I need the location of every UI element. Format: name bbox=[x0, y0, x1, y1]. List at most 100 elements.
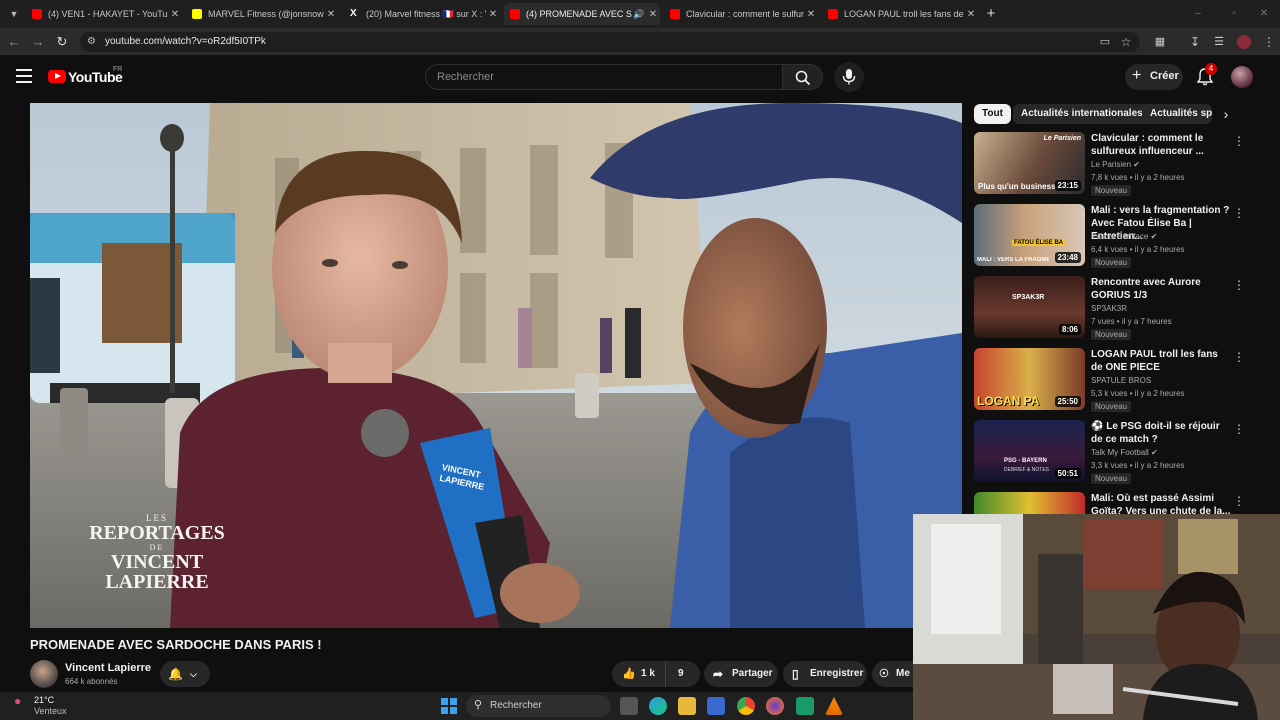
chip-actualites-internationales[interactable]: Actualités internationales bbox=[1013, 104, 1151, 124]
windows-start-icon[interactable] bbox=[441, 698, 457, 714]
tab-list-dropdown-icon[interactable]: ▼ bbox=[6, 6, 22, 22]
install-app-icon[interactable]: ▭ bbox=[1096, 33, 1114, 51]
profile-avatar[interactable] bbox=[1237, 35, 1251, 49]
tab-label: (4) PROMENADE AVEC SAR... bbox=[526, 9, 632, 19]
bookmark-star-icon[interactable]: ☆ bbox=[1117, 33, 1135, 51]
recommendation-thumbnail[interactable] bbox=[974, 492, 1085, 516]
media-controls-icon[interactable]: ☰ bbox=[1210, 33, 1228, 51]
channel-name[interactable]: Vincent Lapierre bbox=[65, 662, 151, 674]
recommendation-3[interactable]: SP3AK3R 8:06 Rencontre avec Aurore GORIU… bbox=[974, 276, 1264, 342]
taskbar-search[interactable]: ⚲ Rechercher bbox=[466, 695, 611, 717]
new-badge: Nouveau bbox=[1091, 185, 1132, 196]
recommendation-thumbnail[interactable]: FATOU ÉLISE BA MALI : VERS LA FRAGMENTAT… bbox=[974, 204, 1085, 266]
like-dislike-group: 👍 1 k 9 bbox=[612, 661, 700, 687]
channel-avatar[interactable] bbox=[30, 660, 58, 688]
task-view-icon[interactable] bbox=[620, 697, 638, 715]
new-tab-icon[interactable]: + bbox=[982, 5, 1000, 23]
file-explorer-icon[interactable] bbox=[678, 697, 696, 715]
recommendation-title[interactable]: Clavicular : comment le sulfureux influe… bbox=[1091, 132, 1231, 158]
recommendation-title[interactable]: ⚽ Le PSG doit-il se réjouir de ce match … bbox=[1091, 420, 1231, 446]
video-player[interactable]: LES REPORTAGES DE VINCENT LAPIERRE VINCE… bbox=[30, 103, 962, 628]
weather-widget[interactable]: ● 21°C Venteux bbox=[14, 694, 74, 718]
close-tab-icon[interactable]: ✕ bbox=[804, 9, 818, 20]
close-tab-icon[interactable]: ✕ bbox=[486, 9, 500, 20]
recommendation-thumbnail[interactable]: PSG - BAYERN DEBRIEF & NOTES 50:51 bbox=[974, 420, 1085, 482]
firefox-icon[interactable] bbox=[766, 697, 784, 715]
site-info-icon[interactable]: ⚙ bbox=[87, 36, 96, 47]
new-badge: Nouveau bbox=[1091, 473, 1132, 484]
recommendation-channel[interactable]: SPATULE BROS bbox=[1091, 376, 1151, 385]
share-button[interactable]: ➦ Partager bbox=[704, 661, 778, 687]
notifications-button[interactable]: 4 bbox=[1196, 63, 1218, 88]
chrome-icon[interactable] bbox=[737, 697, 755, 715]
close-tab-icon[interactable]: ✕ bbox=[964, 9, 978, 20]
minimize-icon[interactable]: – bbox=[1192, 8, 1204, 20]
chip-tout[interactable]: Tout bbox=[974, 104, 1011, 124]
youtube-logo[interactable]: YouTube FR bbox=[48, 66, 128, 88]
recommendation-title[interactable]: LOGAN PAUL troll les fans de ONE PIECE bbox=[1091, 348, 1231, 374]
voice-search-button[interactable] bbox=[834, 62, 864, 92]
store-icon[interactable] bbox=[707, 697, 725, 715]
recommendation-5[interactable]: PSG - BAYERN DEBRIEF & NOTES 50:51 ⚽ Le … bbox=[974, 420, 1264, 486]
more-options-icon[interactable]: ⋮ bbox=[1233, 494, 1245, 508]
country-code: FR bbox=[113, 66, 123, 73]
recommendation-title[interactable]: Mali: Où est passé Assimi Goïta? Vers un… bbox=[1091, 492, 1231, 516]
recommendation-meta: 7 vues • il y a 7 heures bbox=[1091, 317, 1172, 326]
app-icon[interactable] bbox=[796, 697, 814, 715]
more-options-icon[interactable]: ⋮ bbox=[1233, 350, 1245, 364]
edge-icon[interactable] bbox=[649, 697, 667, 715]
recommendation-title[interactable]: Rencontre avec Aurore GORIUS 1/3 bbox=[1091, 276, 1231, 302]
more-options-icon[interactable]: ⋮ bbox=[1233, 206, 1245, 220]
back-icon[interactable]: ← bbox=[5, 33, 23, 51]
url-bar[interactable]: ⚙ youtube.com/watch?v=oR2df5I0TPk bbox=[80, 32, 1140, 52]
duration-badge: 25:50 bbox=[1054, 396, 1081, 407]
maximize-icon[interactable]: ▫ bbox=[1228, 8, 1240, 20]
recommendation-channel[interactable]: Talk My Football ✔ bbox=[1091, 448, 1158, 457]
taskbar-search-label: Rechercher bbox=[490, 700, 542, 711]
download-icon[interactable]: ↧ bbox=[1186, 33, 1204, 51]
recommendation-thumbnail[interactable]: Le Parisien Plus qu'un business 23:15 bbox=[974, 132, 1085, 194]
recommendation-1[interactable]: Le Parisien Plus qu'un business 23:15 Cl… bbox=[974, 132, 1264, 198]
more-options-icon[interactable]: ⋮ bbox=[1233, 134, 1245, 148]
browser-tab-6[interactable]: LOGAN PAUL troll les fans de O... ✕ bbox=[822, 3, 978, 25]
recommendation-thumbnail[interactable]: LOGAN PA 25:50 bbox=[974, 348, 1085, 410]
recommendation-2[interactable]: FATOU ÉLISE BA MALI : VERS LA FRAGMENTAT… bbox=[974, 204, 1264, 270]
recommendation-thumbnail[interactable]: SP3AK3R 8:06 bbox=[974, 276, 1085, 338]
browser-tab-2[interactable]: MARVEL Fitness (@jonsnow78) ... ✕ bbox=[186, 3, 338, 25]
chevron-right-icon[interactable]: › bbox=[1218, 106, 1234, 122]
more-options-icon[interactable]: ⋮ bbox=[1233, 278, 1245, 292]
close-tab-icon[interactable]: ✕ bbox=[168, 9, 182, 20]
account-avatar[interactable] bbox=[1231, 66, 1253, 88]
more-options-icon[interactable]: ⋮ bbox=[1233, 422, 1245, 436]
browser-tab-5[interactable]: Clavicular : comment le sulfureu... ✕ bbox=[664, 3, 818, 25]
recommendation-4[interactable]: LOGAN PA 25:50 LOGAN PAUL troll les fans… bbox=[974, 348, 1264, 414]
browser-tab-3[interactable]: X (20) Marvel fitness 🇫🇷 sur X : "M... ✕ bbox=[344, 3, 500, 25]
search-input[interactable]: Rechercher bbox=[425, 64, 783, 90]
close-tab-icon[interactable]: ✕ bbox=[646, 9, 660, 20]
extensions-icon[interactable]: ▦ bbox=[1151, 33, 1169, 51]
subscription-bell-button[interactable]: 🔔 ⌵ bbox=[160, 661, 210, 687]
browser-menu-icon[interactable]: ⋮ bbox=[1260, 33, 1278, 51]
vlc-icon[interactable] bbox=[825, 697, 843, 715]
search-button[interactable] bbox=[783, 64, 823, 90]
close-tab-icon[interactable]: ✕ bbox=[324, 9, 338, 20]
more-actions-button[interactable]: ☉ Me bbox=[872, 661, 913, 687]
recommendation-channel[interactable]: SP3AK3R bbox=[1091, 304, 1127, 313]
close-window-icon[interactable]: ✕ bbox=[1258, 8, 1270, 20]
browser-tab-1[interactable]: (4) VEN1 - HAKAYET - YouTube ✕ bbox=[26, 3, 182, 25]
save-button[interactable]: ▯ Enregistrer bbox=[783, 661, 867, 687]
browser-tab-4-active[interactable]: (4) PROMENADE AVEC SAR... 🔊 ✕ bbox=[504, 3, 660, 25]
thumbnail-text: PSG - BAYERN bbox=[1004, 458, 1047, 464]
forward-icon[interactable]: → bbox=[29, 33, 47, 51]
recommendation-channel[interactable]: Pascal Boniface ✔ bbox=[1091, 232, 1157, 241]
create-button[interactable]: + Créer bbox=[1125, 64, 1183, 90]
dislike-button[interactable]: 9 bbox=[667, 661, 700, 687]
chip-actualites-sp[interactable]: Actualités sp bbox=[1142, 104, 1212, 124]
speaker-icon[interactable]: 🔊 bbox=[632, 9, 646, 20]
recommendation-6[interactable]: Mali: Où est passé Assimi Goïta? Vers un… bbox=[974, 492, 1264, 516]
channel-name: Le Parisien bbox=[1091, 160, 1132, 169]
recommendation-channel[interactable]: Le Parisien ✔ bbox=[1091, 160, 1140, 169]
like-button[interactable]: 👍 1 k bbox=[612, 661, 666, 687]
reload-icon[interactable]: ↻ bbox=[53, 33, 71, 51]
hamburger-menu-icon[interactable] bbox=[16, 69, 32, 83]
